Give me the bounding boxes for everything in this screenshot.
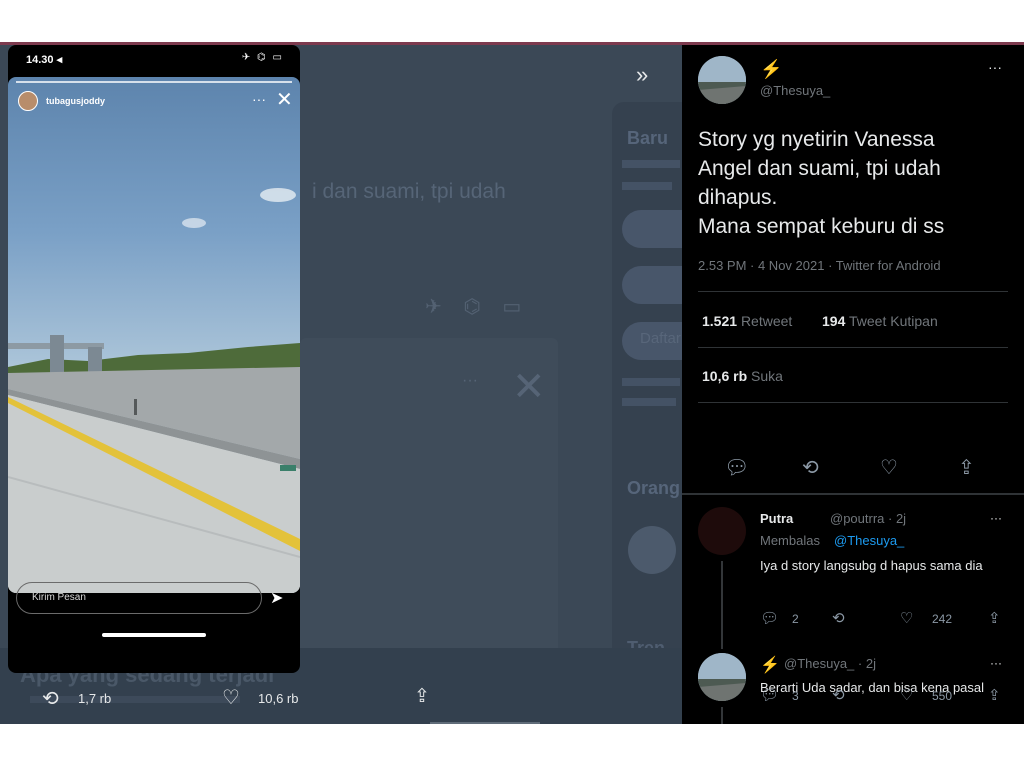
quote-stat-number: 194 [822, 313, 846, 329]
top-border [0, 42, 1024, 45]
retweet-count: 1,7 rb [78, 691, 112, 706]
reply-avatar[interactable] [698, 507, 746, 555]
more-icon[interactable]: ··· [988, 59, 1002, 75]
retweet-stat[interactable]: 1.521 Retweet [702, 313, 792, 329]
author-avatar[interactable] [698, 56, 746, 104]
status-icons: ✈ ⌬ ▭ [241, 52, 284, 63]
divider [698, 347, 1008, 348]
like-stat[interactable]: 10,6 rb Suka [702, 368, 783, 384]
more-icon[interactable]: ··· [252, 91, 266, 107]
dimmed-signup-button [622, 266, 682, 304]
like-stat-number: 10,6 rb [702, 368, 748, 384]
home-indicator [102, 633, 206, 637]
reply-count: 2 [792, 612, 799, 626]
story-avatar[interactable] [18, 91, 38, 111]
retweet-icon[interactable]: ⟲ [802, 455, 819, 480]
status-time: 14.30 ◂ [26, 54, 63, 66]
like-stat-label: Suka [751, 368, 783, 384]
dimmed-register-label: Daftar [640, 330, 681, 347]
reply-text: Berarti Uda sadar, dan bisa kena pasal [760, 680, 985, 695]
tweet-detail-panel: ⚡ @Thesuya_ ··· Story yg nyetirin Vaness… [682, 45, 1024, 724]
dimmed-signup-button [622, 210, 682, 248]
in-reply-mention[interactable]: @Thesuya_ [834, 533, 904, 548]
retweet-stat-number: 1.521 [702, 313, 738, 329]
quote-stat[interactable]: 194 Tweet Kutipan [822, 313, 938, 329]
retweet-stat-label: Retweet [740, 313, 793, 329]
in-reply-prefix: Membalas [760, 533, 820, 548]
share-icon[interactable]: ⇪ [958, 455, 975, 480]
dimmed-placeholder-line [622, 398, 676, 406]
screen-frame: Baru Daftar Orang Tren i dan suami, tpi … [0, 42, 1024, 724]
story-username[interactable]: tubagusjoddy [46, 96, 105, 106]
share-icon[interactable]: ⇪ [414, 685, 430, 708]
share-icon[interactable]: ⇪ [988, 686, 1001, 704]
avatar-photo [698, 653, 746, 701]
dimmed-placeholder-line [622, 378, 680, 386]
thread-line [721, 707, 723, 724]
reply-author-name[interactable]: ⚡ [760, 655, 780, 675]
heart-icon[interactable]: ♡ [880, 455, 898, 480]
avatar-photo [698, 56, 746, 104]
share-icon[interactable]: ⇪ [988, 609, 1001, 627]
reply-author-name[interactable]: Putra [760, 511, 793, 526]
story-phone-screenshot: 14.30 ◂ ✈ ⌬ ▭ tubagusjoddy ··· ✕ Kirim P… [8, 45, 300, 673]
tweet-text: Story yg nyetirin Vanessa Angel dan suam… [698, 128, 945, 238]
expand-icon[interactable]: » [636, 62, 648, 88]
thread-line [721, 561, 723, 649]
dimmed-placeholder-line [622, 182, 672, 190]
reply-icon[interactable]: 💬︎ [724, 455, 749, 480]
heart-icon[interactable]: ♡ [900, 609, 913, 627]
dimmed-section-title: Orang [627, 478, 681, 498]
story-progress-bar [16, 81, 292, 83]
dimmed-status-icons: ✈ ⌬ ▭ [425, 296, 530, 318]
quote-stat-label: Tweet Kutipan [849, 313, 938, 329]
reply-author-handle[interactable]: @Thesuya_ · 2j [784, 656, 876, 671]
retweet-icon[interactable]: ⟲ [832, 686, 845, 704]
like-count: 10,6 rb [258, 691, 299, 706]
dimmed-section-title: Baru [627, 128, 669, 148]
more-icon[interactable]: ··· [990, 656, 1002, 670]
retweet-icon[interactable]: ⟲ [42, 686, 59, 711]
tweet-meta: 2.53 PM · 4 Nov 2021 · Twitter for Andro… [698, 258, 941, 273]
dimmed-close-icon: ✕ [512, 365, 546, 409]
send-icon[interactable]: ➤ [270, 588, 283, 608]
more-icon[interactable]: ··· [990, 511, 1002, 525]
author-handle[interactable]: @Thesuya_ [760, 83, 830, 98]
author-name[interactable]: ⚡ [760, 59, 782, 80]
dimmed-bottom-subtext [30, 696, 240, 703]
story-reply-placeholder: Kirim Pesan [32, 592, 86, 603]
reply-icon[interactable]: 💬︎ [760, 686, 779, 704]
dimmed-tweet-text: i dan suami, tpi udah [312, 180, 506, 203]
highway-photo [8, 188, 300, 593]
heart-icon[interactable]: ♡ [222, 685, 240, 710]
like-count: 242 [932, 612, 953, 626]
dimmed-more-icon: ··· [462, 372, 478, 389]
dimmed-placeholder-line [622, 160, 680, 168]
close-icon[interactable]: ✕ [276, 87, 293, 112]
reply-text: Iya d story langsubg d hapus sama dia [760, 558, 983, 573]
reply-icon[interactable]: 💬︎ [760, 609, 779, 627]
heart-icon[interactable]: ♡ [900, 686, 913, 704]
scroll-indicator [430, 722, 540, 724]
story-image: tubagusjoddy ··· ✕ [8, 77, 300, 593]
dimmed-avatar [628, 526, 676, 574]
reply-author-handle[interactable]: @poutrra · 2j [830, 511, 906, 526]
retweet-icon[interactable]: ⟲ [832, 609, 845, 627]
divider [698, 402, 1008, 403]
divider [682, 493, 1024, 495]
divider [698, 291, 1008, 292]
reply-avatar[interactable] [698, 653, 746, 701]
